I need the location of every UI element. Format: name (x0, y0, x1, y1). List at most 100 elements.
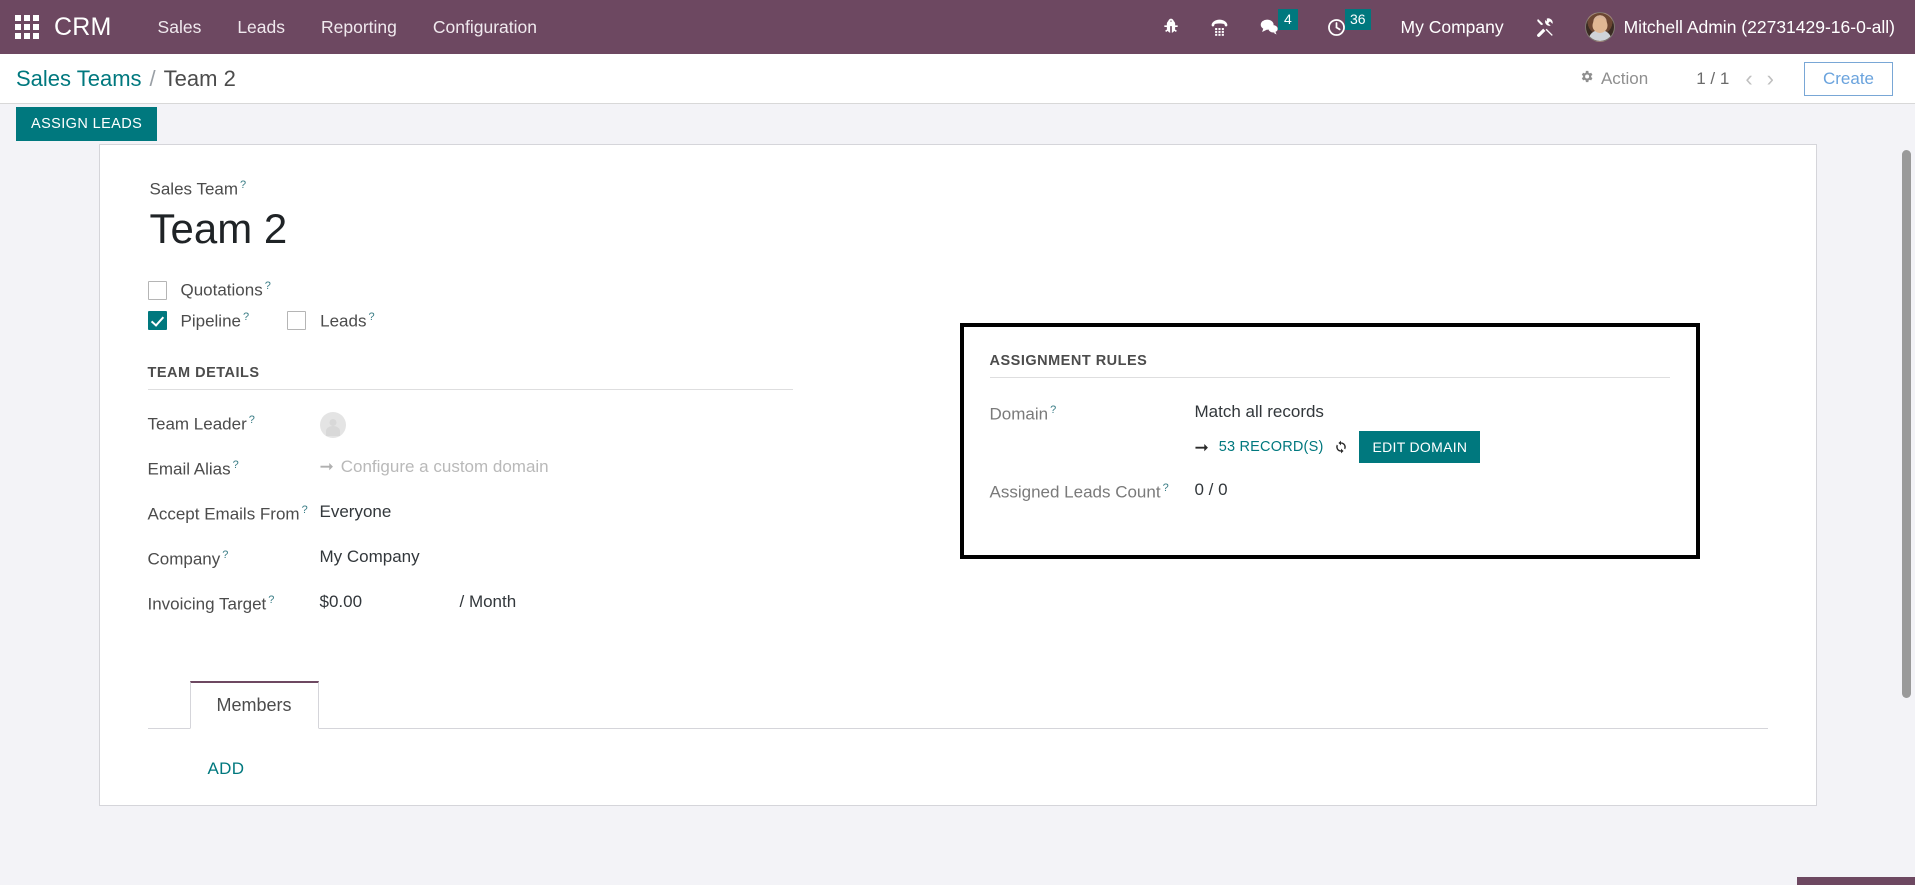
tools-icon[interactable] (1520, 0, 1571, 54)
avatar (1584, 12, 1615, 42)
form-columns: TEAM DETAILS Team Leader? Email Alias? ➞… (147, 323, 1768, 637)
page-title: Team 2 (149, 204, 288, 252)
assigned-leads-count-value: 0 / 0 (1194, 480, 1228, 500)
field-accept-emails-from: Accept Emails From? Everyone (148, 502, 958, 530)
app-brand-crm[interactable]: CRM (54, 13, 112, 42)
assignment-rules-title: ASSIGNMENT RULES (989, 353, 1670, 379)
team-details-group: TEAM DETAILS Team Leader? Email Alias? ➞… (147, 365, 958, 637)
vertical-scrollbar[interactable] (1901, 144, 1912, 885)
notebook: Members ADD (147, 681, 1768, 805)
breadcrumb-sales-teams[interactable]: Sales Teams (16, 66, 142, 92)
edit-domain-button[interactable]: EDIT DOMAIN (1359, 431, 1481, 464)
help-icon[interactable]: ? (1163, 482, 1169, 494)
activity-badge: 36 (1344, 9, 1371, 30)
invoicing-target-value: $0.00 / Month (320, 592, 517, 612)
accept-emails-from-value[interactable]: Everyone (320, 502, 392, 522)
refresh-icon[interactable] (1333, 439, 1349, 455)
breadcrumb-current: Team 2 (163, 65, 236, 91)
gear-icon (1579, 69, 1594, 89)
avatar-placeholder-icon (319, 412, 346, 439)
leads-label: Leads? (320, 310, 375, 331)
control-panel: Sales Teams / Team 2 Action 1 / 1 ‹ › Cr… (0, 54, 1915, 104)
field-email-alias: Email Alias? ➞ Configure a custom domain (148, 457, 958, 485)
chevron-left-icon[interactable]: ‹ (1739, 67, 1758, 90)
chat-badge: 4 (1277, 9, 1298, 30)
domain-value: Match all records ➞ 53 RECORD(S) EDIT DO… (1194, 402, 1481, 464)
company-value[interactable]: My Company (320, 547, 420, 567)
menu-item-sales[interactable]: Sales (140, 9, 220, 46)
form-content-area: Sales Team? Team 2 Quotations? Pipeline?… (0, 144, 1915, 885)
help-icon[interactable]: ? (1050, 404, 1056, 416)
domain-label: Domain? (989, 404, 1057, 424)
invoicing-target-amount[interactable]: $0.00 (320, 592, 460, 612)
help-icon[interactable]: ? (243, 311, 249, 323)
help-icon[interactable]: ? (222, 549, 228, 561)
email-alias-label: Email Alias? (147, 459, 239, 479)
user-name: Mitchell Admin (22731429-16-0-all) (1623, 16, 1895, 37)
menu-item-configuration[interactable]: Configuration (415, 9, 555, 46)
domain-actions: ➞ 53 RECORD(S) EDIT DOMAIN (1194, 431, 1481, 464)
invoicing-target-label: Invoicing Target? (147, 594, 275, 614)
pipeline-checkbox[interactable] (147, 311, 167, 331)
help-icon[interactable]: ? (265, 280, 271, 292)
checkbox-row-quotations: Quotations? (147, 280, 1768, 301)
notebook-tabs: Members (147, 681, 1768, 730)
assignment-rules-group: ASSIGNMENT RULES Domain? Match all recor… (959, 323, 1700, 560)
help-icon[interactable]: ? (233, 459, 239, 471)
user-menu[interactable]: Mitchell Admin (22731429-16-0-all) (1571, 12, 1901, 42)
quotations-checkbox[interactable] (147, 280, 167, 300)
team-details-title: TEAM DETAILS (147, 365, 793, 391)
records-count-link[interactable]: 53 RECORD(S) (1219, 439, 1324, 455)
field-company: Company? My Company (148, 547, 958, 575)
help-icon[interactable]: ? (368, 311, 374, 323)
field-team-leader: Team Leader? (148, 412, 958, 440)
help-icon[interactable]: ? (268, 594, 274, 606)
team-leader-value[interactable] (319, 412, 346, 439)
record-pager: 1 / 1 ‹ › (1688, 67, 1780, 90)
form-sheet: Sales Team? Team 2 Quotations? Pipeline?… (98, 144, 1817, 807)
help-icon[interactable]: ? (302, 504, 308, 516)
phone-dialpad-icon[interactable] (1195, 0, 1244, 54)
pager-count: 1 / 1 (1696, 68, 1730, 88)
menu-item-reporting[interactable]: Reporting (303, 9, 415, 46)
help-icon[interactable]: ? (240, 179, 246, 191)
add-member-link[interactable]: ADD (208, 759, 245, 778)
breadcrumb: Sales Teams / Team 2 (16, 66, 236, 92)
tab-members[interactable]: Members (189, 681, 319, 730)
apps-grid-icon[interactable] (0, 0, 54, 54)
action-label: Action (1600, 68, 1649, 88)
action-menu-button[interactable]: Action (1569, 65, 1658, 93)
control-panel-right: Action 1 / 1 ‹ › Create (1569, 61, 1893, 96)
top-navbar: CRM Sales Leads Reporting Configuration (0, 0, 1915, 54)
breadcrumb-separator: / (149, 65, 156, 91)
assign-leads-button[interactable]: ASSIGN LEADS (16, 107, 158, 141)
invoicing-target-period: / Month (459, 592, 517, 612)
field-domain: Domain? Match all records ➞ 53 RECORD(S) (989, 402, 1670, 464)
chat-icon[interactable]: 4 (1244, 0, 1312, 54)
configure-custom-domain-link[interactable]: ➞ Configure a custom domain (320, 457, 549, 477)
members-tab-body: ADD (148, 729, 1768, 805)
arrow-right-icon: ➞ (319, 457, 334, 477)
company-label: Company? (147, 549, 229, 569)
accept-emails-from-label: Accept Emails From? (147, 504, 308, 524)
field-assigned-leads-count: Assigned Leads Count? 0 / 0 (990, 480, 1670, 508)
create-button[interactable]: Create (1803, 61, 1893, 96)
clock-activity-icon[interactable]: 36 (1312, 0, 1385, 54)
sales-team-field-label: Sales Team? (149, 179, 247, 199)
main-menu: Sales Leads Reporting Configuration (140, 9, 555, 46)
navbar-right-section: 4 36 My Company Mitchell Admin (22731429… (1147, 0, 1901, 54)
leads-checkbox[interactable] (287, 311, 307, 331)
email-alias-value: ➞ Configure a custom domain (320, 457, 549, 477)
company-switcher[interactable]: My Company (1385, 17, 1520, 38)
chevron-right-icon[interactable]: › (1761, 67, 1780, 90)
assigned-leads-count-label: Assigned Leads Count? (989, 482, 1169, 502)
scrollbar-thumb[interactable] (1902, 150, 1911, 698)
field-invoicing-target: Invoicing Target? $0.00 / Month (148, 592, 958, 620)
arrow-right-icon: ➞ (1194, 437, 1209, 457)
team-leader-label: Team Leader? (147, 414, 255, 434)
status-button-bar: ASSIGN LEADS (0, 104, 1915, 144)
menu-item-leads[interactable]: Leads (219, 9, 303, 46)
bug-icon[interactable] (1147, 0, 1195, 54)
help-icon[interactable]: ? (249, 414, 255, 426)
loading-indicator: Loading (1) (1796, 877, 1915, 885)
